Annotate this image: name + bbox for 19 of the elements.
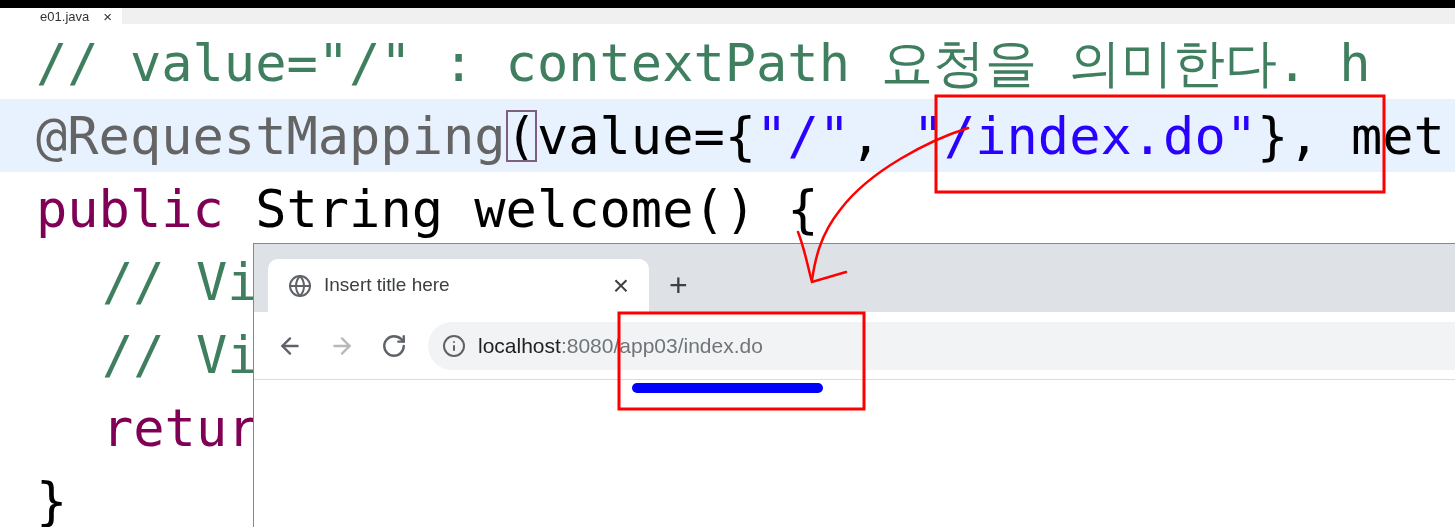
code-token: // Vi [102, 255, 259, 308]
globe-icon [288, 273, 312, 298]
file-tab-label: e01.java [40, 9, 90, 23]
code-token: // value="/" : contextPath 요청을 의미한다. h [36, 36, 1371, 89]
matching-bracket: ( [505, 109, 537, 162]
info-icon [442, 333, 466, 358]
code-token: // Vi [102, 328, 259, 381]
code-token: } [36, 474, 68, 527]
file-tab[interactable]: e01.java × [0, 8, 122, 24]
code-token: value={ [536, 109, 757, 162]
reload-icon [381, 332, 407, 359]
code-token: retur [102, 401, 259, 454]
close-icon[interactable]: × [103, 8, 112, 24]
code-token: , [850, 109, 883, 162]
tab-title: Insert title here [324, 273, 451, 298]
close-icon[interactable]: × [612, 271, 629, 300]
code-token: "/" [756, 109, 850, 162]
new-tab-button[interactable]: + [669, 269, 688, 301]
browser-tab[interactable]: Insert title here × [268, 259, 649, 312]
